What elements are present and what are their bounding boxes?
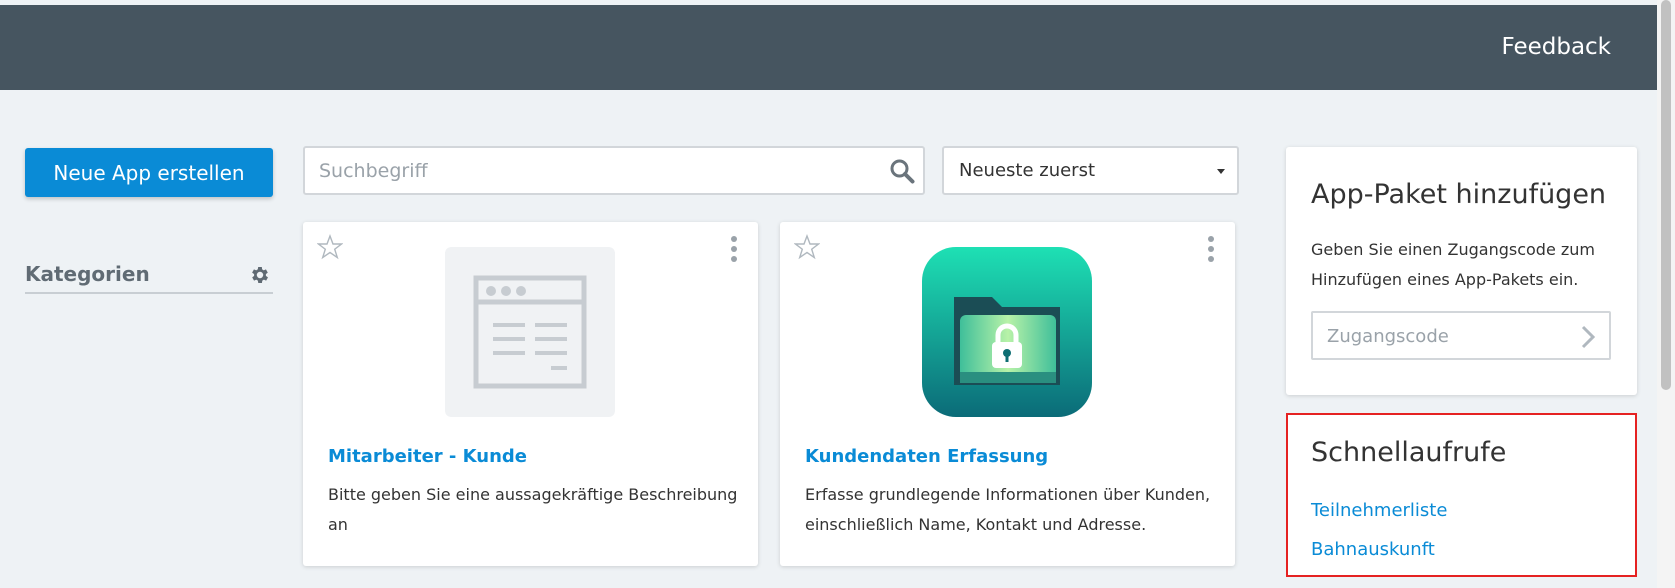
categories-header: Kategorien	[25, 258, 273, 294]
sort-select[interactable]: Neueste zuerst	[942, 146, 1239, 195]
feedback-link[interactable]: Feedback	[1501, 34, 1611, 60]
new-app-button[interactable]: Neue App erstellen	[25, 148, 273, 197]
app-title[interactable]: Kundendaten Erfassung	[805, 446, 1048, 467]
scrollbar-thumb[interactable]	[1661, 0, 1671, 390]
app-description: Erfasse grundlegende Informationen über …	[805, 485, 1211, 534]
quick-link-teilnehmerliste[interactable]: Teilnehmerliste	[1311, 500, 1447, 521]
add-package-title: App-Paket hinzufügen	[1311, 179, 1607, 210]
search-icon[interactable]	[889, 158, 915, 184]
star-icon[interactable]	[794, 234, 820, 260]
access-code-input[interactable]	[1327, 323, 1567, 349]
star-icon[interactable]	[317, 234, 343, 260]
app-description: Bitte geben Sie eine aussagekräftige Bes…	[328, 485, 738, 534]
quick-link-bahnauskunft[interactable]: Bahnauskunft	[1311, 539, 1435, 560]
search-box	[303, 146, 925, 195]
quick-links-title: Schnellaufrufe	[1311, 437, 1507, 468]
scrollbar[interactable]	[1657, 0, 1675, 588]
sort-selected-value: Neueste zuerst	[959, 160, 1096, 181]
top-header-bar: Feedback	[0, 5, 1657, 90]
categories-label: Kategorien	[25, 262, 150, 286]
search-input[interactable]	[319, 158, 859, 184]
gear-icon[interactable]	[249, 264, 271, 286]
app-card[interactable]: Mitarbeiter - Kunde Bitte geben Sie eine…	[303, 222, 758, 566]
secure-folder-icon	[922, 247, 1092, 417]
more-options-icon[interactable]	[730, 236, 738, 264]
app-card[interactable]: Kundendaten Erfassung Erfasse grundlegen…	[780, 222, 1235, 566]
add-package-panel: App-Paket hinzufügen Geben Sie einen Zug…	[1286, 147, 1637, 395]
more-options-icon[interactable]	[1207, 236, 1215, 264]
app-title[interactable]: Mitarbeiter - Kunde	[328, 446, 527, 467]
chevron-right-icon[interactable]	[1579, 325, 1597, 349]
caret-down-icon	[1217, 169, 1225, 174]
access-code-field	[1311, 311, 1611, 360]
quick-links-panel: Schnellaufrufe Teilnehmerliste Bahnausku…	[1286, 413, 1637, 577]
add-package-text: Geben Sie einen Zugangscode zum Hinzufüg…	[1311, 240, 1595, 289]
app-placeholder-icon	[445, 247, 615, 417]
